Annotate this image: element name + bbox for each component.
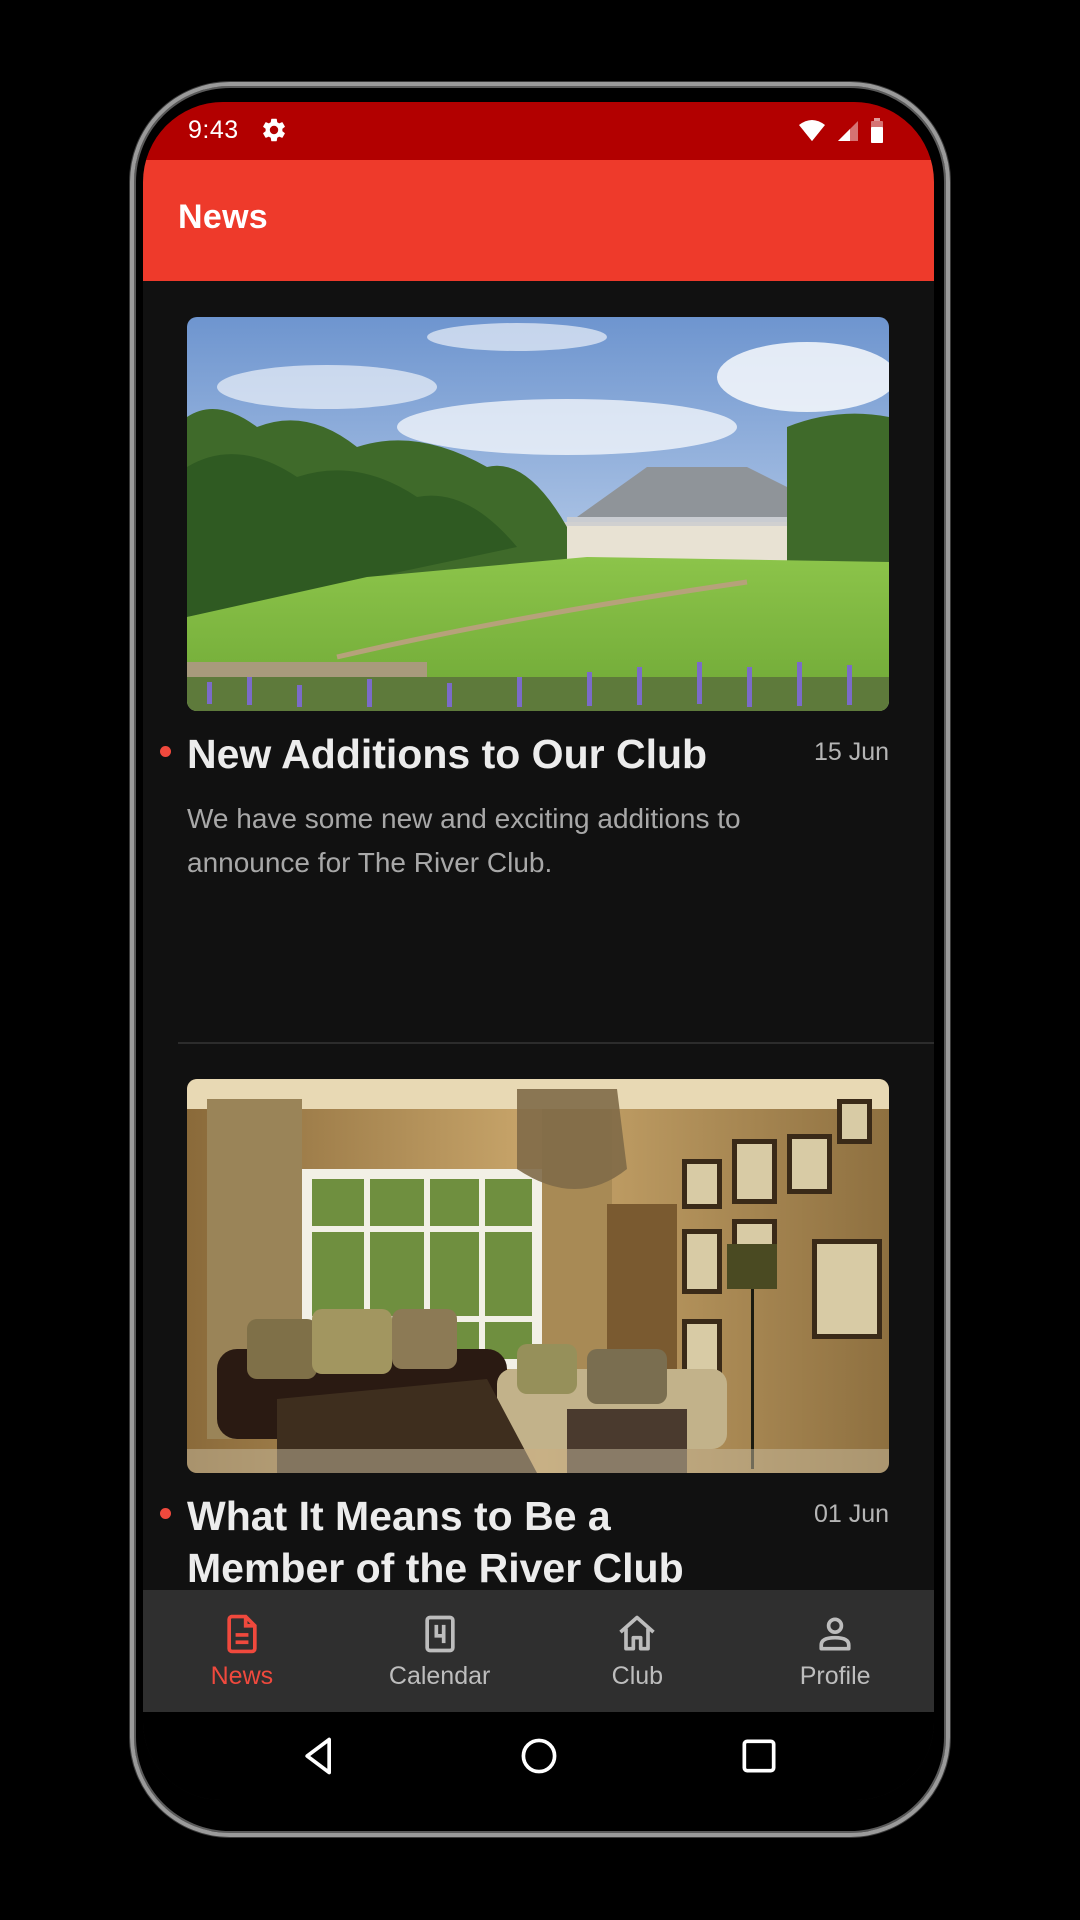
status-bar: 9:43: [143, 102, 934, 160]
phone-screen: 9:43 News New Additions to Our Club 15 J…: [143, 102, 934, 1800]
news-list[interactable]: New Additions to Our Club 15 Jun We have…: [143, 281, 934, 1590]
status-icons: [798, 118, 884, 144]
golf-course-clubhouse-photo: [187, 317, 889, 711]
bottom-nav: News Calendar Club Profile: [143, 1590, 934, 1712]
document-icon: [227, 1614, 257, 1654]
wifi-icon: [799, 120, 825, 141]
status-time: 9:43: [188, 116, 239, 144]
cellular-signal-icon: [838, 121, 858, 141]
article-image-golf-course[interactable]: [187, 317, 889, 711]
settings-gear-icon: [263, 118, 285, 142]
system-nav-bar: [143, 1712, 934, 1800]
nav-label: Calendar: [388, 1662, 491, 1690]
app-bar: News: [143, 160, 934, 281]
article-title[interactable]: What It Means to Be a Member of the Rive…: [187, 1490, 747, 1590]
person-icon: [819, 1617, 851, 1651]
nav-tab-calendar[interactable]: Calendar: [341, 1590, 539, 1712]
article-date: 15 Jun: [813, 738, 889, 766]
news-item[interactable]: New Additions to Our Club 15 Jun We have…: [143, 281, 934, 1043]
recents-icon[interactable]: [737, 1734, 781, 1778]
page-title: News: [178, 198, 269, 236]
news-item[interactable]: What It Means to Be a Member of the Rive…: [143, 1043, 934, 1590]
back-icon[interactable]: [298, 1734, 342, 1778]
article-description: We have some new and exciting additions …: [187, 803, 741, 878]
nav-label: Profile: [799, 1662, 871, 1690]
article-date: 01 Jun: [813, 1500, 889, 1528]
article-title[interactable]: New Additions to Our Club: [187, 728, 747, 780]
unread-dot: [160, 746, 171, 757]
unread-dot: [160, 1508, 171, 1519]
nav-label: Club: [611, 1662, 664, 1690]
nav-label: News: [210, 1662, 274, 1690]
calendar-icon: [424, 1615, 455, 1653]
article-image-lounge[interactable]: [187, 1079, 889, 1473]
nav-tab-news[interactable]: News: [143, 1590, 341, 1712]
battery-icon: [871, 118, 883, 143]
lounge-interior-photo: [187, 1079, 889, 1473]
nav-tab-club[interactable]: Club: [539, 1590, 737, 1712]
home-icon: [619, 1615, 656, 1651]
home-button-icon[interactable]: [517, 1734, 561, 1778]
nav-tab-profile[interactable]: Profile: [736, 1590, 934, 1712]
